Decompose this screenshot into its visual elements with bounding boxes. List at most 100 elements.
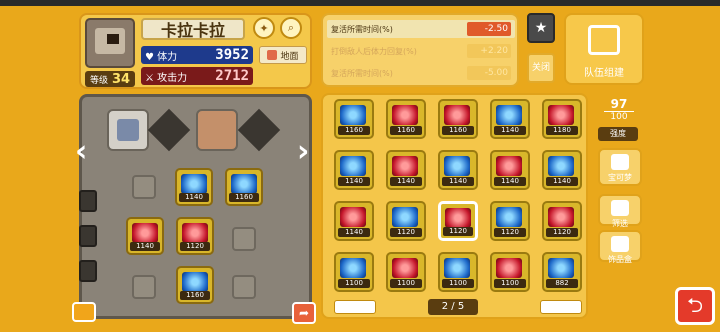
empty-slot-heart-2[interactable] (232, 275, 256, 299)
box-icon (611, 236, 629, 252)
stone-gem-icon (340, 207, 366, 227)
inventory-stone[interactable]: 1140 (438, 150, 478, 190)
stone-value: 1120 (390, 228, 422, 237)
inventory-stone[interactable]: 1100 (490, 252, 530, 292)
strength-sort-button[interactable]: 强度 (598, 127, 638, 141)
inventory-stone[interactable]: 1120 (438, 201, 478, 241)
stone-gem-icon (548, 156, 574, 176)
skill-row: 复活所需时间(%) -2.50 (327, 20, 515, 38)
capacity-current: 97 (610, 97, 628, 111)
inventory-stone[interactable]: 1160 (386, 99, 426, 139)
equipped-stone[interactable]: 1120 (176, 217, 214, 255)
inventory-stone[interactable]: 1100 (386, 252, 426, 292)
stone-value: 1120 (494, 228, 526, 237)
stone-value: 1100 (390, 279, 422, 288)
empty-slot-list[interactable] (232, 227, 256, 251)
stone-value: 1140 (494, 126, 526, 135)
team-icon (588, 25, 620, 55)
skill-value: -5.00 (467, 66, 511, 80)
stone-gem-icon (392, 207, 418, 227)
stone-value: 1140 (390, 177, 422, 186)
equipped-stone[interactable]: 1160 (176, 266, 214, 304)
stone-gem-icon (496, 207, 522, 227)
level-value: 34 (111, 71, 131, 87)
stone-value: 1140 (130, 242, 160, 251)
capacity-max: 100 (610, 112, 628, 122)
side-tab-2[interactable] (79, 225, 97, 247)
inventory-stone[interactable]: 1140 (542, 150, 582, 190)
empty-slot-list-2[interactable] (132, 275, 156, 299)
inventory-stone[interactable]: 1160 (334, 99, 374, 139)
level-label: 等级 (89, 75, 108, 86)
bingo-diamond (147, 108, 191, 152)
side-tab-1[interactable] (79, 190, 97, 212)
stone-value: 1180 (546, 126, 578, 135)
level-badge: 等级 34 (85, 71, 135, 87)
inventory-stone[interactable]: 1180 (542, 99, 582, 139)
character-avatar[interactable] (85, 18, 135, 68)
stone-gem-icon (392, 105, 418, 125)
skill-value: +2.20 (467, 44, 511, 58)
decoration-box-button[interactable]: 饰品盒 (598, 230, 642, 264)
return-icon: ⮌ (686, 293, 704, 317)
empty-slot-heart[interactable] (132, 175, 156, 199)
inventory-stone[interactable]: 1160 (438, 99, 478, 139)
share-icon[interactable]: ➦ (292, 302, 316, 324)
inventory-stone[interactable]: 882 (542, 252, 582, 292)
stone-value: 1160 (442, 126, 474, 135)
character-name: 卡拉卡拉 (141, 18, 245, 40)
stone-gem-icon (496, 258, 522, 278)
prev-arrow-icon[interactable]: ‹ (75, 134, 87, 169)
stone-value: 1120 (546, 228, 578, 237)
stone-gem-icon (132, 223, 158, 243)
stone-gem-icon (231, 174, 257, 194)
equipped-stone[interactable]: 1140 (175, 168, 213, 206)
inventory-stone[interactable]: 1140 (334, 201, 374, 241)
side-tab-3[interactable] (79, 260, 97, 282)
equipped-stone[interactable]: 1160 (225, 168, 263, 206)
inventory-stone[interactable]: 1120 (490, 201, 530, 241)
favorite-star-button[interactable]: ★ (527, 13, 555, 43)
inventory-stone[interactable]: 1100 (334, 252, 374, 292)
bingo-diamond-2 (237, 108, 281, 152)
stone-gem-icon (496, 156, 522, 176)
skill-row: 打倒敌人后体力回复(%) +2.20 (327, 42, 515, 60)
character-slot[interactable] (107, 109, 149, 151)
stone-value: 1160 (338, 126, 370, 135)
prev-page-button[interactable] (334, 300, 376, 314)
inventory-stone[interactable]: 1120 (386, 201, 426, 241)
inventory-stone[interactable]: 1140 (334, 150, 374, 190)
team-setup-button[interactable]: 队伍组建 (564, 13, 644, 85)
star-icon: ★ (534, 20, 548, 36)
skill-value: -2.50 (467, 22, 511, 36)
stone-value: 1100 (338, 279, 370, 288)
trait-button[interactable]: 地面 (259, 46, 307, 64)
equipped-stone[interactable]: 1140 (126, 217, 164, 255)
inventory-stone[interactable]: 1140 (490, 150, 530, 190)
atk-stat: ⚔ 攻击力 2712 (141, 67, 253, 85)
inventory-stone[interactable]: 1140 (490, 99, 530, 139)
stone-value: 1140 (546, 177, 578, 186)
decoration-box-label: 饰品盒 (608, 255, 632, 264)
chat-icon[interactable] (72, 302, 96, 322)
stone-value: 1160 (390, 126, 422, 135)
inventory-stone[interactable]: 1100 (438, 252, 478, 292)
skill-label: 打倒敌人后体力回复(%) (331, 46, 417, 56)
stone-gem-icon (392, 156, 418, 176)
pokemon-info-icon[interactable]: ✦ (253, 17, 275, 39)
move-slot[interactable] (196, 109, 238, 151)
inventory-stone[interactable]: 1120 (542, 201, 582, 241)
close-button[interactable]: 关闭 (527, 53, 555, 83)
filter-button[interactable]: 筛选 (598, 194, 642, 228)
next-arrow-icon[interactable]: › (297, 134, 309, 169)
skill-label: 复活所需时间(%) (331, 68, 393, 78)
back-button[interactable]: ⮌ (675, 287, 715, 325)
search-icon[interactable]: ⌕ (280, 17, 302, 39)
stone-value: 1160 (229, 193, 259, 202)
next-page-button[interactable] (540, 300, 582, 314)
stone-gem-icon (444, 258, 470, 278)
inventory-stone[interactable]: 1140 (386, 150, 426, 190)
stone-value: 1140 (442, 177, 474, 186)
pokemon-button[interactable]: 宝可梦 (598, 148, 642, 186)
stone-value: 1120 (443, 227, 473, 236)
